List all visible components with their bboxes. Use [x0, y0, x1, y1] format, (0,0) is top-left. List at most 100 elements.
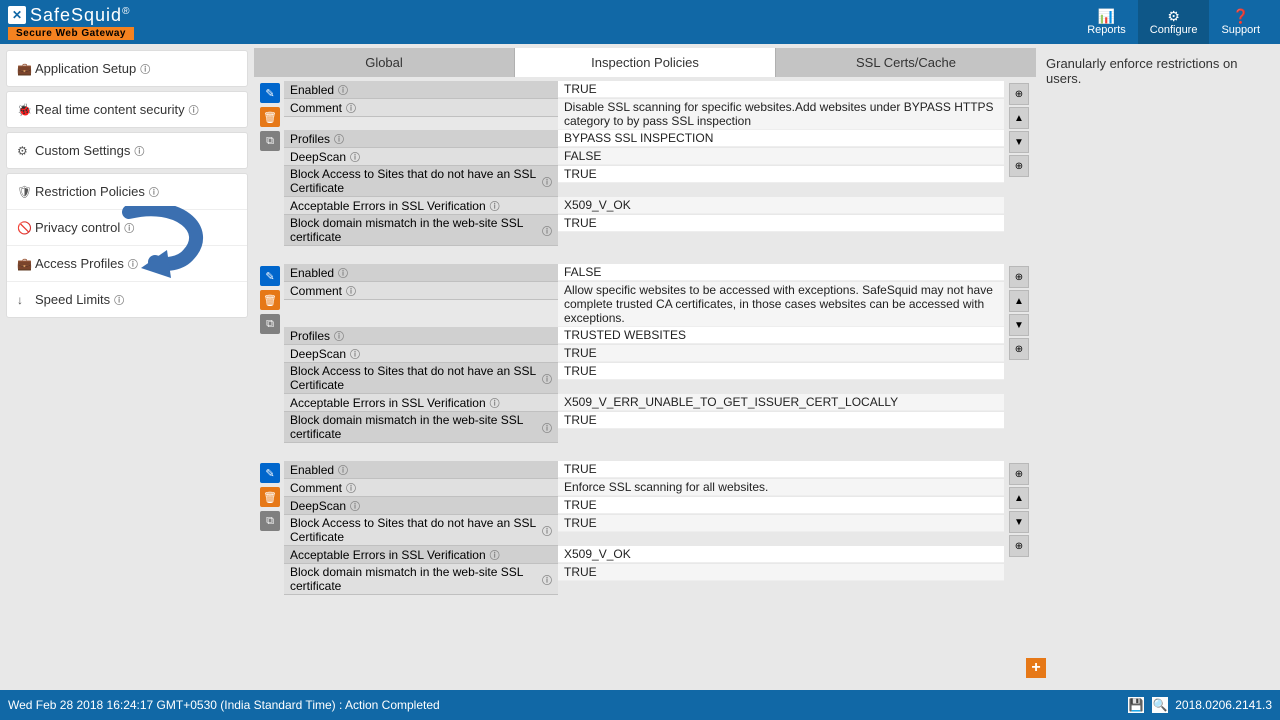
footer: Wed Feb 28 2018 16:24:17 GMT+0530 (India… [0, 690, 1280, 720]
policy-row: EnabledⓘFALSE [284, 264, 1004, 282]
field-label: Block domain mismatch in the web-site SS… [284, 215, 558, 246]
reorder-btn[interactable]: ⊕ [1009, 463, 1029, 485]
sidebar: 💼Application Setupⓘ 🐞Real time content se… [0, 44, 254, 674]
tab-inspection-policies[interactable]: Inspection Policies [515, 48, 776, 77]
search-icon[interactable]: 🔍 [1151, 696, 1169, 714]
policy-row: DeepScanⓘFALSE [284, 148, 1004, 166]
header-btn-configure[interactable]: ⚙Configure [1138, 0, 1210, 44]
reorder-btn[interactable]: ⊕ [1009, 338, 1029, 360]
sidebar-item-access-profiles[interactable]: 💼Access Profilesⓘ [7, 246, 247, 282]
policy-block: ✎🗑⧉EnabledⓘTRUECommentⓘEnforce SSL scann… [256, 461, 1034, 595]
sidebar-item-privacy-control[interactable]: 🚫Privacy controlⓘ [7, 210, 247, 246]
field-label: Acceptable Errors in SSL Verificationⓘ [284, 197, 558, 215]
info-icon: ⓘ [542, 371, 552, 386]
sidebar-icon: 💼 [17, 62, 35, 76]
policies-list: ✎🗑⧉EnabledⓘTRUECommentⓘDisable SSL scann… [254, 77, 1036, 617]
info-icon: ⓘ [490, 198, 500, 213]
sidebar-item-custom-settings[interactable]: ⚙Custom Settingsⓘ [7, 133, 247, 168]
reorder-btn[interactable]: ⊕ [1009, 83, 1029, 105]
field-value: TRUE [558, 564, 1004, 581]
reorder-btn[interactable]: ⊕ [1009, 535, 1029, 557]
reorder-btn[interactable]: ⊕ [1009, 266, 1029, 288]
delete-icon[interactable]: 🗑 [260, 487, 280, 507]
copy-icon[interactable]: ⧉ [260, 131, 280, 151]
policy-row: ProfilesⓘBYPASS SSL INSPECTION [284, 130, 1004, 148]
header-btn-support[interactable]: ❓Support [1209, 0, 1272, 44]
add-button[interactable]: + [1026, 658, 1046, 678]
copy-icon[interactable]: ⧉ [260, 314, 280, 334]
reorder-btn[interactable]: ▲ [1009, 487, 1029, 509]
field-value: TRUE [558, 81, 1004, 98]
field-label: Block domain mismatch in the web-site SS… [284, 564, 558, 595]
info-icon: ⓘ [189, 102, 199, 117]
policy-row: Acceptable Errors in SSL VerificationⓘX5… [284, 197, 1004, 215]
sidebar-icon: 🚫 [17, 221, 35, 235]
tab-ssl-certs-cache[interactable]: SSL Certs/Cache [776, 48, 1036, 77]
reorder-btn[interactable]: ▼ [1009, 131, 1029, 153]
field-value: TRUE [558, 412, 1004, 429]
sidebar-item-speed-limits[interactable]: ↓Speed Limitsⓘ [7, 282, 247, 317]
reorder-btn[interactable]: ▲ [1009, 290, 1029, 312]
logo-icon: ✕ [8, 6, 26, 24]
field-value: X509_V_OK [558, 546, 1004, 563]
info-icon: ⓘ [350, 346, 360, 361]
field-label: Acceptable Errors in SSL Verificationⓘ [284, 546, 558, 564]
field-value: TRUE [558, 345, 1004, 362]
reorder-btn[interactable]: ▼ [1009, 511, 1029, 533]
field-label: DeepScanⓘ [284, 148, 558, 166]
policy-row: CommentⓘAllow specific websites to be ac… [284, 282, 1004, 327]
field-label: Acceptable Errors in SSL Verificationⓘ [284, 394, 558, 412]
field-label: Profilesⓘ [284, 130, 558, 148]
policy-row: Block domain mismatch in the web-site SS… [284, 564, 1004, 595]
info-icon: ⓘ [542, 223, 552, 238]
field-value: Disable SSL scanning for specific websit… [558, 99, 1004, 130]
field-label: Enabledⓘ [284, 81, 558, 99]
sidebar-icon: 💼 [17, 257, 35, 271]
field-label: Block Access to Sites that do not have a… [284, 363, 558, 394]
policy-row: Block domain mismatch in the web-site SS… [284, 215, 1004, 246]
info-icon: ⓘ [338, 462, 348, 477]
policy-row: CommentⓘDisable SSL scanning for specifi… [284, 99, 1004, 130]
version-text: 2018.0206.2141.3 [1175, 698, 1272, 712]
field-value: X509_V_OK [558, 197, 1004, 214]
edit-icon[interactable]: ✎ [260, 266, 280, 286]
policy-row: Block domain mismatch in the web-site SS… [284, 412, 1004, 443]
field-value: FALSE [558, 148, 1004, 165]
field-value: FALSE [558, 264, 1004, 281]
info-icon: ⓘ [542, 174, 552, 189]
info-icon: ⓘ [338, 265, 348, 280]
sidebar-item-application-setup[interactable]: 💼Application Setupⓘ [7, 51, 247, 86]
info-icon: ⓘ [346, 480, 356, 495]
delete-icon[interactable]: 🗑 [260, 107, 280, 127]
sidebar-item-restriction-policies[interactable]: 🛡Restriction Policiesⓘ [7, 174, 247, 210]
info-icon: ⓘ [334, 328, 344, 343]
field-value: TRUSTED WEBSITES [558, 327, 1004, 344]
field-label: Enabledⓘ [284, 461, 558, 479]
reorder-btn[interactable]: ⊕ [1009, 155, 1029, 177]
policy-row: EnabledⓘTRUE [284, 81, 1004, 99]
save-icon[interactable]: 💾 [1127, 696, 1145, 714]
field-label: Commentⓘ [284, 479, 558, 497]
info-icon: ⓘ [128, 256, 138, 271]
tab-global[interactable]: Global [254, 48, 515, 77]
field-label: DeepScanⓘ [284, 345, 558, 363]
edit-icon[interactable]: ✎ [260, 83, 280, 103]
field-value: TRUE [558, 515, 1004, 532]
tabs: GlobalInspection PoliciesSSL Certs/Cache [254, 48, 1036, 77]
info-icon: ⓘ [350, 149, 360, 164]
logo-text: SafeSquid® [30, 5, 130, 26]
reorder-btn[interactable]: ▲ [1009, 107, 1029, 129]
sidebar-item-real-time-content-security[interactable]: 🐞Real time content securityⓘ [7, 92, 247, 127]
policy-block: ✎ 🗑 ⧉ EnabledⓘTRUECommentⓘDisable SSL scann… [256, 81, 1034, 246]
delete-icon[interactable]: 🗑 [260, 290, 280, 310]
edit-icon[interactable]: ✎ [260, 463, 280, 483]
copy-icon[interactable]: ⧉ [260, 511, 280, 531]
reorder-btn[interactable]: ▼ [1009, 314, 1029, 336]
policy-row: Acceptable Errors in SSL VerificationⓘX5… [284, 546, 1004, 564]
header-btn-reports[interactable]: 📊Reports [1075, 0, 1138, 44]
info-icon: ⓘ [542, 523, 552, 538]
field-label: Commentⓘ [284, 282, 558, 300]
field-label: Enabledⓘ [284, 264, 558, 282]
policy-row: Acceptable Errors in SSL VerificationⓘX5… [284, 394, 1004, 412]
header-buttons: 📊Reports⚙Configure❓Support [1075, 0, 1272, 44]
